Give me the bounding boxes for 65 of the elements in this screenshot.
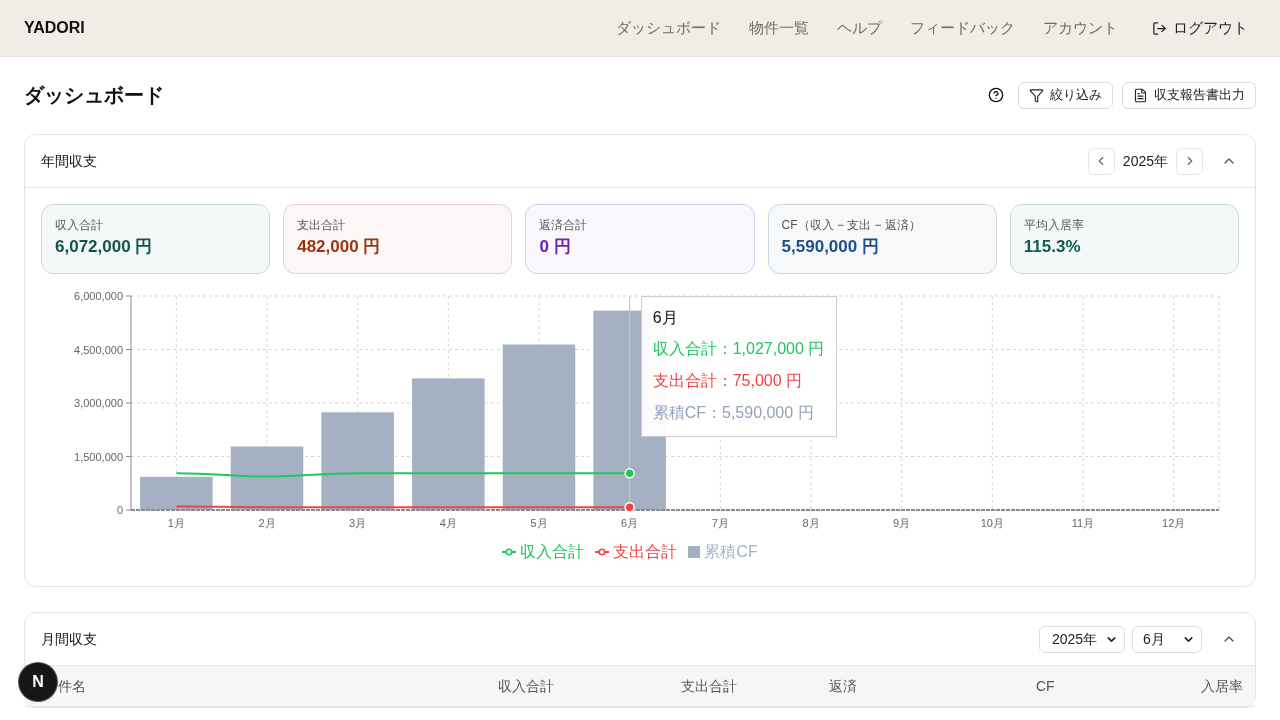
summary-value: 5,590,000 円 (781, 236, 880, 258)
active-point-icon (624, 502, 635, 513)
filter-icon (1029, 87, 1044, 103)
tooltip-row-text: 累積CF：5,590,000 円 (652, 403, 815, 423)
month-select[interactable]: 6月 (1132, 625, 1202, 653)
column-header: 収入合計 (498, 678, 554, 694)
x-axis-label: 7月 (711, 517, 729, 529)
x-axis-label: 9月 (893, 517, 911, 529)
x-axis-label: 4月 (439, 517, 457, 529)
x-axis-label: 1月 (167, 517, 185, 529)
year-label: 2025年 (1122, 151, 1168, 171)
legend-label: 収入合計 (520, 542, 585, 562)
logout-button[interactable]: ログアウト (1152, 16, 1248, 40)
summary-value: 6,072,000 円 (55, 236, 154, 258)
nav-link[interactable]: 物件一覧 (749, 16, 809, 40)
summary-value: 482,000 円 (297, 236, 382, 258)
next-year-button[interactable] (1176, 147, 1203, 175)
x-axis-label: 3月 (349, 517, 367, 529)
nav-link[interactable]: アカウント (1043, 16, 1118, 40)
help-button[interactable] (986, 85, 1006, 105)
y-axis-label: 1,500,000 (74, 450, 123, 463)
summary-label: CF（収入 − 支出 − 返済） (781, 217, 922, 233)
nav-link[interactable]: ダッシュボード (616, 16, 721, 40)
x-axis-label: 6月 (621, 517, 639, 529)
summary-label: 収入合計 (55, 217, 104, 233)
tooltip-row-text: 支出合計：75,000 円 (652, 371, 804, 391)
nav-link[interactable]: ヘルプ (837, 16, 882, 40)
dev-badge[interactable]: N (19, 663, 57, 701)
document-icon (1133, 87, 1148, 103)
previous-year-button[interactable] (1087, 147, 1115, 175)
tooltip-title: 6月 (652, 308, 679, 328)
y-axis-label: 6,000,000 (74, 290, 123, 302)
x-axis-label: 12月 (1162, 517, 1186, 529)
legend-label: 支出合計 (613, 542, 678, 562)
tooltip-row-text: 収入合計：1,027,000 円 (652, 339, 825, 359)
x-axis-label: 8月 (802, 517, 820, 529)
legend-label: 累積CF (704, 542, 758, 562)
section-title: 年間収支 (41, 151, 97, 171)
y-axis-label: 3,000,000 (74, 397, 123, 409)
y-axis-label: 4,500,000 (74, 343, 123, 356)
help-icon (988, 87, 1004, 103)
x-axis-label: 10月 (980, 517, 1004, 529)
x-axis-label: 11月 (1071, 517, 1095, 529)
summary-label: 支出合計 (297, 217, 347, 233)
nav-link[interactable]: フィードバック (910, 16, 1015, 40)
active-point-icon (624, 468, 635, 479)
app-logo: YADORI (24, 18, 85, 38)
logout-icon (1152, 20, 1167, 36)
summary-label: 平均入居率 (1023, 217, 1085, 233)
toolbar-button[interactable]: 絞り込み (1018, 81, 1113, 109)
summary-value: 115.3% (1023, 236, 1082, 258)
y-axis-label: 0 (116, 504, 123, 516)
x-axis-label: 2月 (258, 517, 276, 529)
column-header: 支出合計 (681, 678, 737, 694)
year-select[interactable]: 2025年 (1039, 625, 1125, 653)
summary-label: 返済合計 (539, 217, 589, 233)
column-header: 返済 (829, 678, 857, 694)
toolbar-button[interactable]: 収支報告書出力 (1122, 81, 1256, 109)
section-title: 月間収支 (41, 629, 97, 649)
summary-value: 0 円 (539, 236, 572, 258)
column-header: 件名 (58, 678, 86, 694)
x-axis-label: 5月 (530, 517, 548, 529)
column-header: CF (1036, 678, 1055, 694)
page-title: ダッシュボード (24, 83, 164, 108)
column-header: 入居率 (1201, 678, 1243, 694)
